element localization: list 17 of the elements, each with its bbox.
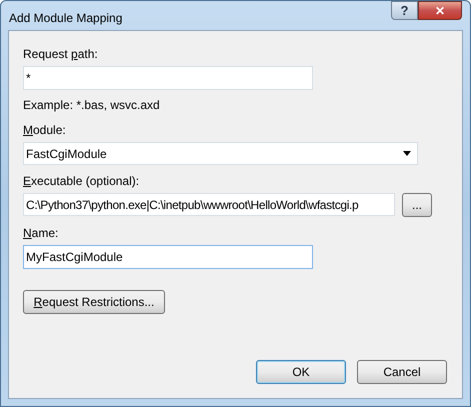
request-restrictions-button[interactable]: Request Restrictions...: [23, 290, 165, 314]
dialog-button[interactable]: OK: [256, 360, 346, 384]
dropdown-arrow-icon: [403, 151, 411, 156]
module-dropdown[interactable]: FastCgiModule: [23, 142, 418, 165]
browse-button[interactable]: ...: [402, 193, 432, 217]
field-label: Name:: [23, 226, 60, 241]
input-field[interactable]: C:\Python37\python.exe|C:\inetpub\wwwroot\HelloWorld\wfastcgi.p: [23, 193, 395, 216]
example-hint: Example: *.bas, wsvc.axd: [23, 97, 161, 114]
dialog-button[interactable]: Cancel: [357, 360, 447, 384]
input-field[interactable]: *: [23, 66, 313, 90]
field-label: Executable (optional):: [23, 174, 140, 189]
close-button[interactable]: ✕: [418, 1, 462, 20]
window-title: Add Module Mapping: [9, 10, 122, 27]
field-label: Request path:: [23, 47, 99, 62]
help-button[interactable]: ?: [391, 1, 418, 20]
input-field[interactable]: MyFastCgiModule: [23, 245, 313, 269]
field-label: Module:: [23, 123, 67, 138]
